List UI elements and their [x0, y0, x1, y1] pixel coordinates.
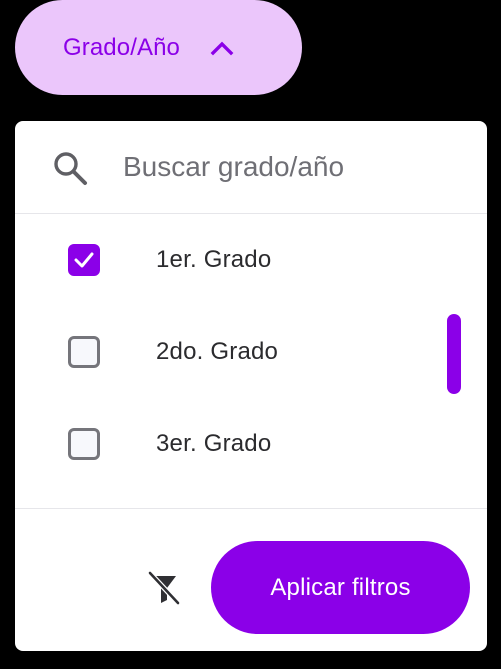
- list-item[interactable]: 1er. Grado: [15, 214, 435, 306]
- grade-options-list: 1er. Grado 2do. Grado 3er. Grado: [15, 214, 487, 508]
- footer-divider: [15, 508, 487, 509]
- list-item-label: 1er. Grado: [156, 246, 272, 273]
- apply-filters-button[interactable]: Aplicar filtros: [211, 541, 470, 634]
- list-item[interactable]: 2do. Grado: [15, 306, 435, 398]
- search-icon: [51, 149, 91, 189]
- filter-off-icon: [147, 570, 181, 606]
- grade-filter-dropdown-panel: 1er. Grado 2do. Grado 3er. Grado Aplicar…: [15, 121, 487, 651]
- clear-filters-button[interactable]: [143, 567, 185, 609]
- search-bar: [15, 121, 487, 214]
- list-item[interactable]: 3er. Grado: [15, 398, 435, 490]
- checkbox-unchecked[interactable]: [68, 428, 100, 460]
- search-input[interactable]: [123, 145, 463, 189]
- grade-filter-chip[interactable]: Grado/Año: [15, 0, 302, 95]
- list-item-label: 2do. Grado: [156, 338, 279, 365]
- grade-filter-chip-label: Grado/Año: [63, 33, 180, 61]
- chevron-up-icon: [208, 34, 236, 62]
- checkbox-unchecked[interactable]: [68, 336, 100, 368]
- list-item-label: 3er. Grado: [156, 430, 272, 457]
- checkmark-icon: [74, 252, 94, 268]
- checkbox-checked[interactable]: [68, 244, 100, 276]
- scrollbar-thumb[interactable]: [447, 314, 461, 394]
